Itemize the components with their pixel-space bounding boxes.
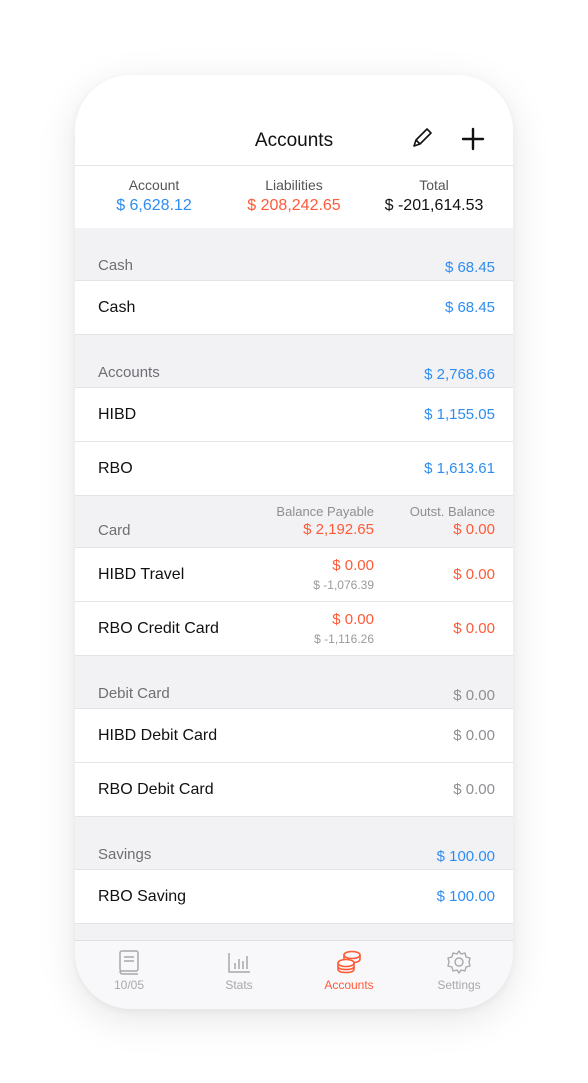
account-name: HIBD xyxy=(98,406,137,423)
summary-total-value: $ -201,614.53 xyxy=(384,197,484,214)
account-name: HIBD Debit Card xyxy=(98,727,218,744)
tab-label: Stats xyxy=(225,978,253,992)
account-amount: $ 68.45 xyxy=(444,299,495,316)
account-name: RBO Debit Card xyxy=(98,781,214,798)
section-amount: $ 0.00 xyxy=(453,687,495,704)
nav-bar: Accounts xyxy=(75,75,513,166)
account-name: Cash xyxy=(98,299,136,316)
account-amount: $ 0.00 xyxy=(453,727,495,744)
section-header-card: Card Balance Payable $ 2,192.65 Outst. B… xyxy=(75,496,513,548)
section-amount: $ 2,768.66 xyxy=(424,366,495,383)
outstanding-balance: $ 0.00 xyxy=(453,566,495,583)
tab-label: Settings xyxy=(437,978,481,992)
summary-account-label: Account xyxy=(128,177,180,193)
section-header-accounts: Accounts $ 2,768.66 xyxy=(75,361,513,388)
tab-label: Accounts xyxy=(324,978,374,992)
account-row-cash[interactable]: Cash $ 68.45 xyxy=(75,281,513,335)
section-gap xyxy=(75,656,513,682)
balance-payable: $ 0.00 xyxy=(332,611,374,628)
phone-frame: Accounts Account $ 6,628.12 Liabilities … xyxy=(75,75,513,1009)
account-name: RBO xyxy=(98,460,133,477)
balance-payable-label: Balance Payable xyxy=(276,504,374,519)
account-name: HIBD Travel xyxy=(98,566,185,583)
section-gap xyxy=(75,335,513,361)
section-title: Debit Card xyxy=(98,685,170,702)
account-name: RBO Credit Card xyxy=(98,620,219,637)
outstanding-balance-value: $ 0.00 xyxy=(453,521,495,538)
account-row-hibd[interactable]: HIBD $ 1,155.05 xyxy=(75,388,513,442)
balance-payable-value: $ 2,192.65 xyxy=(303,521,374,538)
account-amount: $ 100.00 xyxy=(436,888,495,905)
section-title: Savings xyxy=(98,846,152,863)
account-row-rbo-debit-card[interactable]: RBO Debit Card $ 0.00 xyxy=(75,763,513,817)
summary-total: Total $ -201,614.53 xyxy=(361,177,507,215)
section-amount: $ 100.00 xyxy=(436,848,495,865)
tab-bar: 10/05 Stats Accounts Settings xyxy=(75,940,513,1009)
bar-chart-icon xyxy=(228,953,250,973)
outstanding-balance: $ 0.00 xyxy=(453,620,495,637)
section-header-debit-card: Debit Card $ 0.00 xyxy=(75,682,513,709)
account-amount: $ 1,613.61 xyxy=(424,460,495,477)
tab-stats[interactable]: Stats xyxy=(189,949,289,992)
section-gap xyxy=(75,228,513,254)
accounts-list: Cash $ 68.45 Cash $ 68.45 Accounts $ 2,7… xyxy=(75,228,513,984)
section-header-savings: Savings $ 100.00 xyxy=(75,843,513,870)
section-title: Accounts xyxy=(98,364,160,381)
tab-settings[interactable]: Settings xyxy=(409,949,509,992)
account-row-rbo-credit-card[interactable]: RBO Credit Card $ 0.00 $ -1,116.26 $ 0.0… xyxy=(75,602,513,656)
tab-accounts[interactable]: Accounts xyxy=(299,949,399,992)
plus-icon[interactable] xyxy=(459,125,487,153)
tab-daily[interactable]: 10/05 xyxy=(79,949,179,992)
section-title: Cash xyxy=(98,257,134,274)
card-balance-sub: $ -1,116.26 xyxy=(314,632,374,646)
page-title: Accounts xyxy=(254,130,334,151)
summary-total-label: Total xyxy=(419,177,449,193)
section-amount: $ 68.45 xyxy=(444,259,495,276)
gear-icon xyxy=(447,950,471,974)
section-title: Card xyxy=(98,522,131,539)
account-row-hibd-travel[interactable]: HIBD Travel $ 0.00 $ -1,076.39 $ 0.00 xyxy=(75,548,513,602)
balance-payable: $ 0.00 xyxy=(332,557,374,574)
account-row-hibd-debit-card[interactable]: HIBD Debit Card $ 0.00 xyxy=(75,709,513,763)
summary-liabilities: Liabilities $ 208,242.65 xyxy=(221,177,367,215)
coins-icon xyxy=(337,950,361,974)
account-name: RBO Saving xyxy=(98,888,187,905)
section-header-cash: Cash $ 68.45 xyxy=(75,254,513,281)
account-row-rbo-saving[interactable]: RBO Saving $ 100.00 xyxy=(75,870,513,924)
summary-account-value: $ 6,628.12 xyxy=(116,197,192,214)
book-icon xyxy=(119,950,139,975)
tab-label: 10/05 xyxy=(113,978,145,992)
account-row-rbo[interactable]: RBO $ 1,613.61 xyxy=(75,442,513,496)
summary-bar: Account $ 6,628.12 Liabilities $ 208,242… xyxy=(75,166,513,229)
card-balance-sub: $ -1,076.39 xyxy=(313,578,374,592)
summary-liabilities-label: Liabilities xyxy=(265,177,323,193)
summary-liabilities-value: $ 208,242.65 xyxy=(247,197,341,214)
outstanding-balance-label: Outst. Balance xyxy=(409,504,495,519)
account-amount: $ 0.00 xyxy=(453,781,495,798)
pencil-icon[interactable] xyxy=(409,125,435,151)
account-amount: $ 1,155.05 xyxy=(424,406,495,423)
section-gap xyxy=(75,817,513,843)
summary-account: Account $ 6,628.12 xyxy=(81,177,227,215)
